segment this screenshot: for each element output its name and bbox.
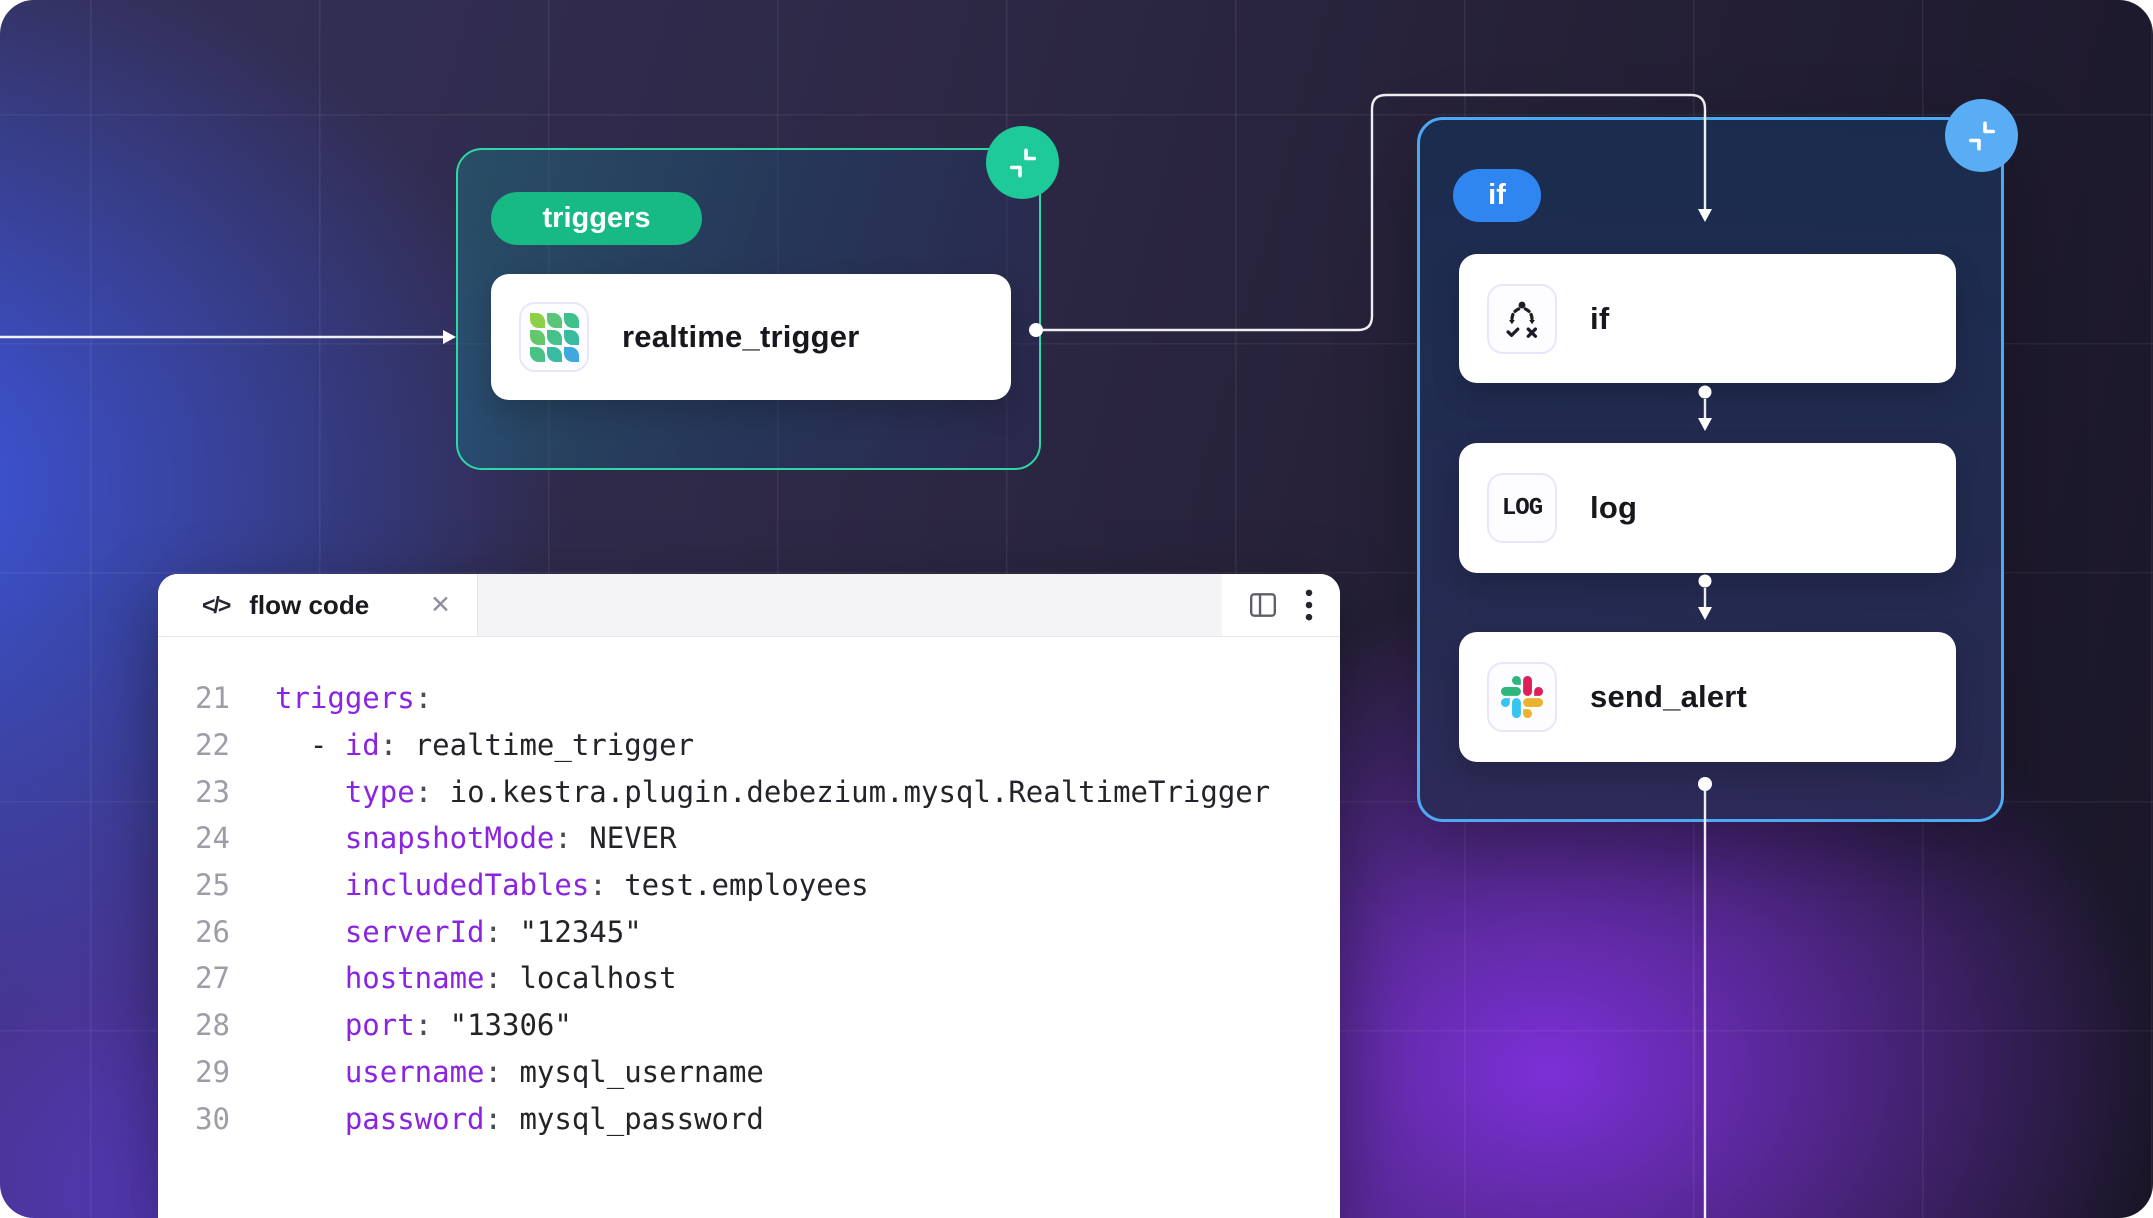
triggers-badge[interactable]: triggers bbox=[491, 192, 702, 245]
close-icon[interactable]: ✕ bbox=[430, 590, 451, 620]
triggers-group[interactable]: triggers realtime_trigger bbox=[456, 148, 1041, 470]
if-group[interactable]: if if LOG log bbox=[1417, 117, 2004, 822]
node-label: log bbox=[1590, 490, 1637, 526]
code-panel-header: </> flow code ✕ bbox=[158, 574, 1340, 637]
code-editor[interactable]: 21triggers:22 - id: realtime_trigger23 t… bbox=[158, 637, 1340, 1218]
code-line: 28 port: "13306" bbox=[158, 1002, 1340, 1049]
collapse-icon bbox=[1005, 145, 1041, 181]
if-badge[interactable]: if bbox=[1453, 169, 1541, 222]
node-label: if bbox=[1590, 301, 1609, 337]
code-line: 27 hostname: localhost bbox=[158, 955, 1340, 1002]
node-if[interactable]: if bbox=[1459, 254, 1956, 383]
split-view-icon[interactable] bbox=[1248, 592, 1278, 618]
code-line: 29 username: mysql_username bbox=[158, 1049, 1340, 1096]
node-realtime-trigger[interactable]: realtime_trigger bbox=[491, 274, 1011, 400]
slack-icon bbox=[1487, 662, 1557, 732]
node-label: send_alert bbox=[1590, 679, 1747, 715]
log-icon-text: LOG bbox=[1502, 495, 1542, 522]
node-send-alert[interactable]: send_alert bbox=[1459, 632, 1956, 762]
tab-label: flow code bbox=[249, 590, 369, 621]
code-line: 25 includedTables: test.employees bbox=[158, 862, 1340, 909]
code-panel-toolbar bbox=[1222, 574, 1340, 636]
collapse-icon bbox=[1964, 118, 2000, 154]
code-line: 23 type: io.kestra.plugin.debezium.mysql… bbox=[158, 768, 1340, 815]
code-line: 21triggers: bbox=[158, 675, 1340, 722]
code-line: 22 - id: realtime_trigger bbox=[158, 722, 1340, 769]
flow-code-panel: </> flow code ✕ 21triggers:22 - id: real… bbox=[158, 574, 1340, 1218]
workflow-canvas[interactable]: triggers realtime_trigger if bbox=[0, 0, 2153, 1218]
code-icon: </> bbox=[202, 592, 229, 619]
code-line: 26 serverId: "12345" bbox=[158, 908, 1340, 955]
tab-flow-code[interactable]: </> flow code ✕ bbox=[158, 574, 478, 636]
collapse-if-button[interactable] bbox=[1945, 99, 2018, 172]
collapse-triggers-button[interactable] bbox=[986, 126, 1059, 199]
node-log[interactable]: LOG log bbox=[1459, 443, 1956, 573]
code-line: 24 snapshotMode: NEVER bbox=[158, 815, 1340, 862]
debezium-icon bbox=[519, 302, 589, 372]
code-line: 30 password: mysql_password bbox=[158, 1095, 1340, 1142]
decision-icon bbox=[1487, 284, 1557, 354]
kebab-menu-icon[interactable] bbox=[1304, 588, 1314, 622]
log-icon: LOG bbox=[1487, 473, 1557, 543]
node-label: realtime_trigger bbox=[622, 319, 860, 355]
